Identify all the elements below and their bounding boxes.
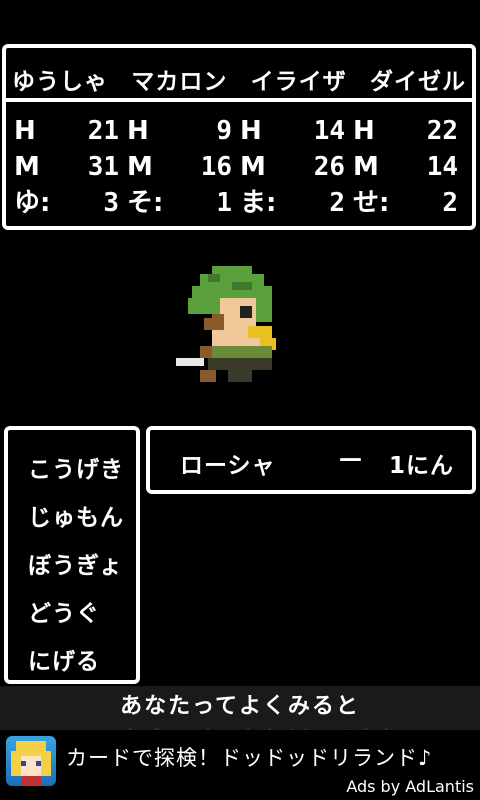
enemy-name: ローシャ [180, 453, 276, 479]
level-stat: ま: 2 [240, 188, 345, 218]
mp-stat: M 31 [14, 152, 119, 182]
level-stat: せ: 2 [353, 188, 458, 218]
ad-text[interactable]: カードで探検！ドッドッドリランド♪ [66, 742, 432, 772]
ad-attribution: Ads by AdLantis [346, 777, 474, 796]
party-member-name: マカロン [131, 69, 228, 95]
level-stat: そ: 1 [127, 188, 232, 218]
command-attack[interactable]: こうげき [28, 450, 124, 484]
mp-stat: M 16 [127, 152, 232, 182]
party-status-window: ゆうしゃ マカロン イライザ ダイゼル H 21 H9 H 14 H 22 M 31 M… [2, 44, 476, 230]
enemy-sprite [176, 266, 276, 382]
party-names-row: ゆうしゃ マカロン イライザ ダイゼル [12, 62, 466, 96]
enemy-row[interactable]: ローシャ — 1にん [180, 446, 454, 480]
command-item[interactable]: どうぐ [28, 594, 100, 628]
party-member-name: ダイゼル [369, 69, 466, 95]
enemy-list-window: ローシャ — 1にん [146, 426, 476, 494]
hp-stat: H 14 [240, 116, 345, 146]
command-flee[interactable]: にげる [28, 642, 100, 676]
enemy-dash: — [338, 446, 363, 472]
level-stat: ゆ: 3 [14, 188, 119, 218]
hp-stat: H 22 [353, 116, 458, 146]
character-face-icon [6, 736, 56, 786]
ad-banner[interactable]: カードで探検！ドッドッドリランド♪ Ads by AdLantis [0, 730, 480, 800]
command-defend[interactable]: ぼうぎょ [28, 546, 123, 580]
mp-stat: M 14 [353, 152, 458, 182]
hp-stat: H 21 [14, 116, 119, 146]
mp-stat: M 26 [240, 152, 345, 182]
status-divider [6, 98, 472, 102]
command-spell[interactable]: じゅもん [28, 498, 124, 532]
party-member-name: イライザ [250, 69, 347, 95]
command-menu: こうげき じゅもん ぼうぎょ どうぐ にげる [4, 426, 140, 684]
hp-stat: H9 [127, 116, 232, 146]
party-member-name: ゆうしゃ [12, 69, 108, 95]
enemy-count: 1にん [388, 453, 454, 479]
party-stats-grid: H 21 H9 H 14 H 22 M 31 M 16 M 26 M 14 ゆ: 3 そ: 1 ま… [14, 114, 466, 220]
